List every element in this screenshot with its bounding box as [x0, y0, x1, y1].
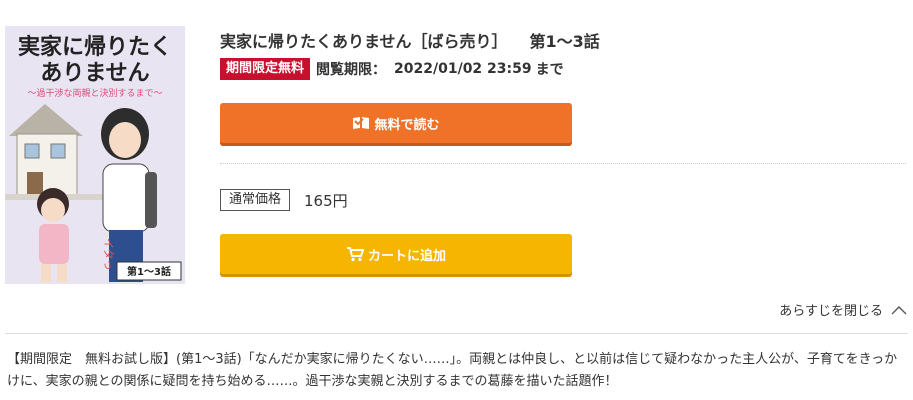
promo-row: 期間限定無料 閲覧期限： 2022/01/02 23:59 まで	[220, 58, 564, 80]
regular-price-value: 165円	[304, 191, 348, 210]
house-wall	[16, 133, 78, 197]
price-row: 通常価格 165円	[220, 189, 348, 211]
synopsis-text: 【期間限定 無料お試し版】(第1〜3話)「なんだか実家に帰りたくない……」。両親…	[7, 352, 898, 389]
book-episodes: 第1〜3話	[529, 32, 600, 51]
child-dress	[39, 224, 69, 264]
synopsis-toggle-label: あらすじを閉じる	[779, 304, 883, 319]
section-divider	[220, 163, 906, 164]
cart-icon	[346, 246, 364, 262]
woman-face	[109, 122, 141, 158]
cover-title-line1: 実家に帰りたく	[18, 34, 172, 60]
chevron-up-icon	[891, 305, 907, 314]
period-date: 2022/01/02 23:59	[394, 61, 532, 77]
book-title-row: 実家に帰りたくありません［ばら売り］ 第1〜3話	[220, 28, 600, 52]
synopsis-toggle[interactable]: あらすじを閉じる	[779, 300, 907, 319]
read-free-label: 無料で読む	[374, 117, 440, 133]
book-title: 実家に帰りたくありません［ばら売り］	[220, 32, 508, 51]
child-face	[41, 198, 65, 222]
cover-episode-tag: 第1〜3話	[127, 265, 171, 278]
woman-shirt	[102, 163, 150, 233]
add-to-cart-label: カートに追加	[367, 248, 446, 264]
read-free-button[interactable]: 無料で読む	[220, 103, 572, 143]
cover-title-line2: ありません	[40, 61, 149, 86]
cover-image[interactable]: 実家に帰りたく ありません 〜過干渉な両親と決別するまで〜 イタっ 第1〜3話	[5, 26, 185, 284]
synopsis-divider	[5, 333, 908, 334]
period-suffix: まで	[535, 62, 564, 78]
add-to-cart-button[interactable]: カートに追加	[220, 234, 572, 274]
cover-subtitle: 〜過干渉な両親と決別するまで〜	[27, 87, 162, 99]
book-icon	[352, 116, 370, 130]
cover-illustration: 実家に帰りたく ありません 〜過干渉な両親と決別するまで〜 イタっ 第1〜3話	[5, 26, 185, 284]
cover-author-mark: イタっ	[102, 238, 115, 271]
period-label: 閲覧期限：	[316, 62, 387, 78]
regular-price-label: 通常価格	[220, 189, 291, 211]
free-campaign-badge: 期間限定無料	[220, 58, 311, 80]
